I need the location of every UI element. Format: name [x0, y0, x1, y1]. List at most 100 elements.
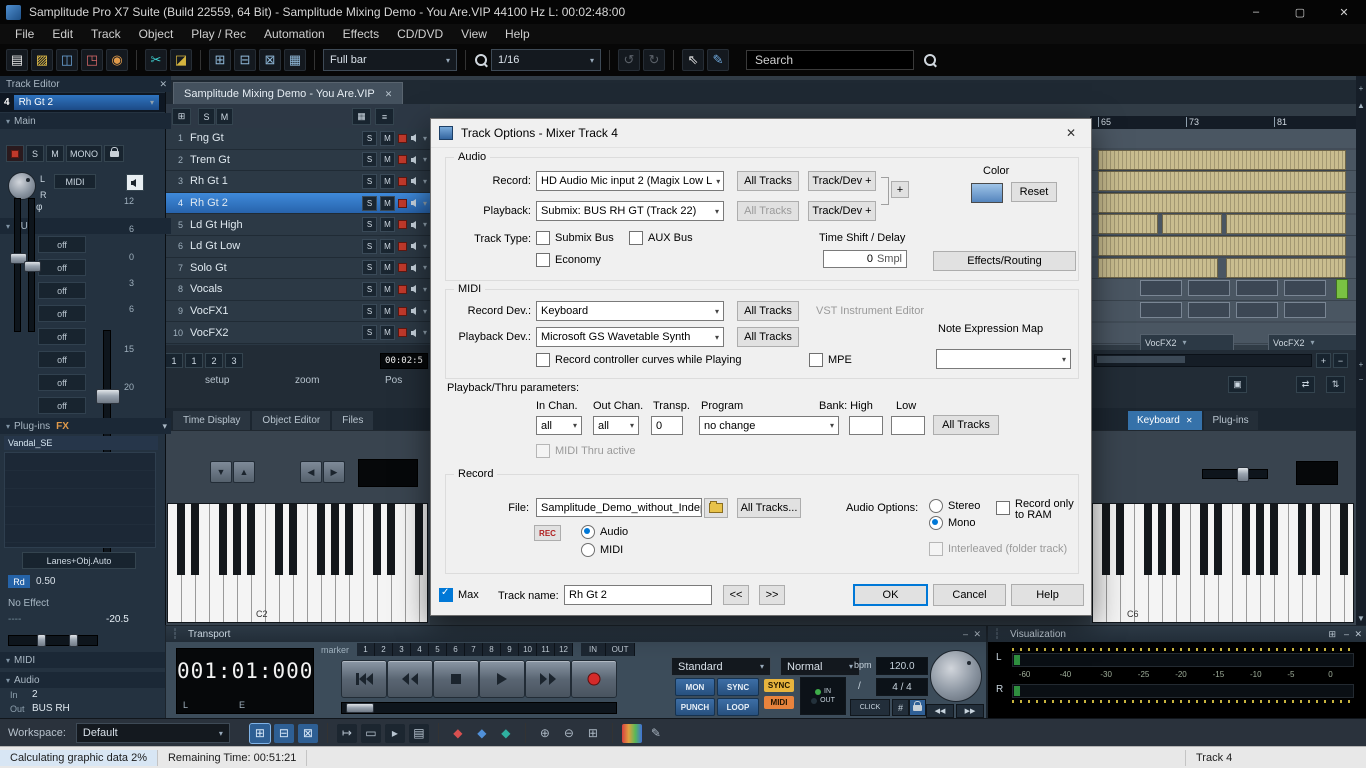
all-tracks-button[interactable]: All Tracks [737, 327, 799, 347]
browse-folder-button[interactable] [704, 498, 728, 518]
snap-icon[interactable]: ⊠ [259, 49, 281, 71]
record-arm-led[interactable] [398, 285, 407, 294]
aux-send-value[interactable]: off [38, 236, 86, 253]
automation-box[interactable] [1188, 280, 1230, 296]
workspace-dropdown[interactable]: Default▾ [76, 723, 230, 743]
marker-button[interactable]: 5 [429, 643, 447, 656]
marker-button[interactable]: 8 [483, 643, 501, 656]
grid-view-icon[interactable]: ⊞ [209, 49, 231, 71]
zoom-out-icon[interactable]: − [1356, 375, 1366, 384]
program-dropdown[interactable]: no change▾ [699, 416, 839, 435]
mouse-mode-icon[interactable]: ⇖ [682, 49, 704, 71]
speaker-icon[interactable] [410, 155, 420, 165]
grid-range-dropdown[interactable]: Full bar▾ [323, 49, 457, 71]
automation-box[interactable] [1188, 302, 1230, 318]
open-file-icon[interactable]: ▨ [31, 49, 53, 71]
menu-item[interactable]: Effects [334, 27, 388, 41]
track-menu-caret-icon[interactable]: ▾ [423, 285, 427, 294]
minimize-button[interactable]: – [1234, 0, 1278, 24]
track-mute-button[interactable]: M [380, 325, 395, 340]
track-solo-button[interactable]: S [362, 217, 377, 232]
color-swatch[interactable] [971, 183, 1003, 203]
object-edit-icon[interactable]: ▭ [361, 724, 381, 743]
mono-button[interactable]: MONO [66, 145, 102, 162]
docker-tab[interactable]: Object Editor [252, 411, 330, 430]
record-arm-led[interactable] [398, 307, 407, 316]
audio-clip[interactable] [1098, 236, 1346, 256]
marker-icon[interactable]: ▸ [385, 724, 405, 743]
v-expand-icon[interactable]: ⇅ [1326, 376, 1345, 393]
track-solo-button[interactable]: S [362, 152, 377, 167]
aux-send-value[interactable]: off [38, 259, 86, 276]
audio-clip[interactable] [1226, 258, 1346, 278]
zoom-in-button[interactable]: + [1316, 353, 1331, 368]
click-button[interactable]: CLICK [850, 699, 890, 716]
fader-handle[interactable] [24, 261, 41, 272]
object-mode-icon[interactable]: ◆ [448, 724, 468, 743]
rec-badge-button[interactable]: REC [534, 525, 561, 541]
record-arm-led[interactable] [398, 242, 407, 251]
track-mute-button[interactable]: M [380, 217, 395, 232]
close-tab-icon[interactable]: ✕ [1186, 416, 1193, 425]
layout-grid-icon[interactable]: ⊠ [298, 724, 318, 743]
midi-record-device-dropdown[interactable]: Keyboard▾ [536, 301, 724, 321]
close-panel-icon[interactable]: ✕ [1354, 629, 1362, 640]
marker-button[interactable]: 10 [519, 643, 537, 656]
zoom-preset-chip[interactable]: 1 [165, 353, 183, 368]
section-plugins[interactable]: ▾ Plug-ins FX ▾ [0, 418, 171, 434]
object-grid-icon[interactable]: ⊟ [234, 49, 256, 71]
audio-clip[interactable] [1098, 171, 1346, 191]
menu-item[interactable]: View [452, 27, 496, 41]
object-move-icon[interactable]: ↦ [337, 724, 357, 743]
VocFX1[interactable]: 9 VocFX1 S M ▾ [165, 301, 430, 323]
audio-clip[interactable] [1162, 214, 1222, 234]
scroll-down-icon[interactable]: ▼ [1356, 614, 1366, 623]
draw-mode-icon[interactable]: ✎ [707, 49, 729, 71]
read-automation-chip[interactable]: Rd [8, 575, 30, 588]
audio-clip[interactable] [1226, 214, 1346, 234]
speaker-icon[interactable] [410, 198, 420, 208]
piano-keys[interactable]: C6 [1092, 503, 1354, 623]
transp-input[interactable]: 0 [651, 416, 683, 435]
setup-label[interactable]: setup [205, 375, 229, 386]
midi-mode-chip[interactable]: MIDI [54, 174, 96, 189]
reset-color-button[interactable]: Reset [1011, 182, 1057, 202]
track-menu-caret-icon[interactable]: ▾ [423, 220, 427, 229]
track-dev-button[interactable]: Track/Dev + [808, 171, 876, 191]
Ld Gt High[interactable]: 5 Ld Gt High S M ▾ [165, 214, 430, 236]
speaker-icon[interactable] [410, 328, 420, 338]
menu-item[interactable]: Object [130, 27, 183, 41]
track-mute-button[interactable]: M [380, 174, 395, 189]
marker-button[interactable]: 9 [501, 643, 519, 656]
record-arm-led[interactable] [398, 155, 407, 164]
aux-fader-groove[interactable] [28, 198, 35, 332]
fx-slot-label[interactable]: VocFX2 ▾ [1268, 334, 1362, 351]
submix-bus-checkbox[interactable]: Submix Bus [536, 231, 614, 245]
speaker-icon[interactable] [410, 241, 420, 251]
transport-position-slider[interactable] [341, 702, 617, 714]
menu-item[interactable]: CD/DVD [388, 27, 452, 41]
dialog-close-icon[interactable]: ✕ [1051, 126, 1091, 140]
economy-checkbox[interactable]: Economy [536, 253, 601, 267]
speaker-icon[interactable] [410, 220, 420, 230]
range-bar-icon[interactable]: ▦ [284, 49, 306, 71]
marker-button[interactable]: 7 [465, 643, 483, 656]
track-menu-caret-icon[interactable]: ▾ [423, 242, 427, 251]
playback-device-dropdown[interactable]: Submix: BUS RH GT (Track 22)▾ [536, 201, 724, 221]
no-effect-label[interactable]: No Effect [8, 598, 49, 609]
piano-keys[interactable]: C2 [167, 503, 428, 623]
marker-button[interactable]: 4 [411, 643, 429, 656]
close-icon[interactable]: ✕ [159, 79, 167, 90]
marker-button[interactable]: 12 [555, 643, 573, 656]
pan-knob[interactable] [8, 172, 36, 200]
section-main[interactable]: ▾ Main [0, 113, 171, 129]
record-arm-led[interactable] [398, 199, 407, 208]
pos-label[interactable]: Pos [385, 375, 402, 386]
lock-toggle-button[interactable] [909, 699, 926, 716]
all-tracks-button[interactable]: All Tracks [933, 415, 999, 435]
bank-low-input[interactable] [891, 416, 925, 435]
scroll-left-button[interactable]: ◀ [300, 461, 322, 483]
aux-fader-groove[interactable] [14, 198, 21, 332]
time-shift-input[interactable]: 0 Smpl [823, 250, 907, 268]
section-midi[interactable]: ▾ MIDI [0, 652, 171, 668]
